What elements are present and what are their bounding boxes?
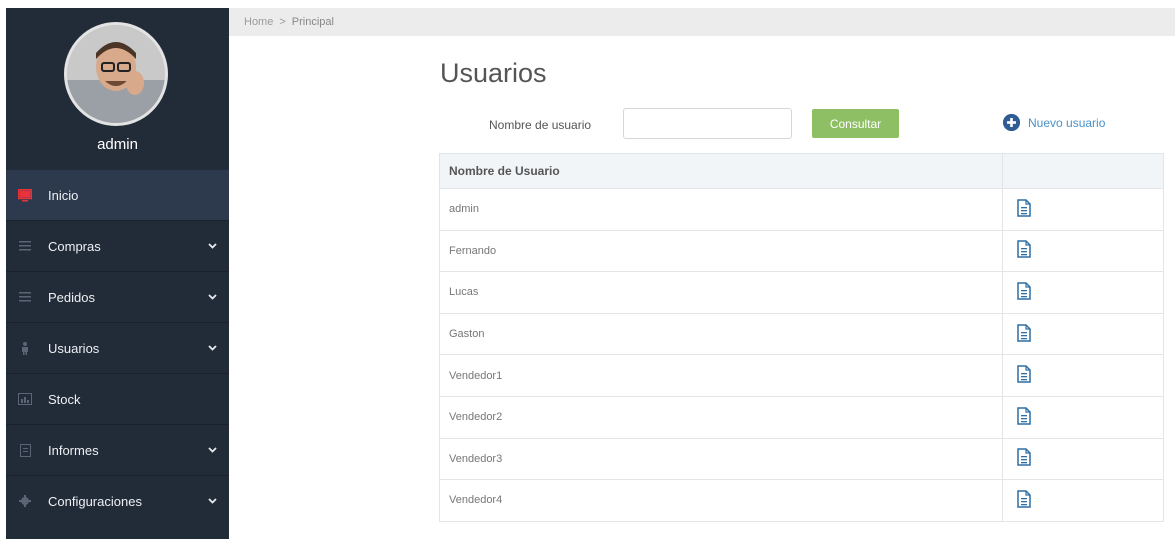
table-row: Lucas bbox=[439, 271, 1164, 314]
chart-icon bbox=[18, 392, 32, 406]
edit-document-icon[interactable] bbox=[1017, 490, 1031, 511]
breadcrumb-separator: > bbox=[279, 16, 286, 28]
table-row: Vendedor4 bbox=[439, 479, 1164, 522]
chevron-down-icon bbox=[208, 447, 217, 453]
username-cell: admin bbox=[439, 188, 1003, 231]
edit-document-icon[interactable] bbox=[1017, 407, 1031, 428]
edit-document-icon[interactable] bbox=[1017, 323, 1031, 345]
list-icon bbox=[18, 239, 32, 253]
sidebar: admin Inicio Compras Pedidos Usuarios St… bbox=[6, 8, 229, 539]
username-cell: Fernando bbox=[439, 229, 1003, 273]
sidebar-username: admin bbox=[97, 136, 138, 153]
sidebar-item-configuraciones[interactable]: Configuraciones bbox=[6, 475, 229, 526]
chevron-down-icon bbox=[208, 243, 217, 249]
table-row: Vendedor1 bbox=[439, 354, 1164, 397]
sidebar-item-pedidos[interactable]: Pedidos bbox=[6, 271, 229, 322]
breadcrumb: Home > Principal bbox=[244, 16, 334, 28]
chevron-down-icon bbox=[208, 294, 217, 300]
avatar[interactable] bbox=[64, 22, 168, 126]
list-icon bbox=[18, 290, 32, 304]
edit-document-icon[interactable] bbox=[1017, 448, 1031, 469]
username-cell: Vendedor3 bbox=[439, 437, 1003, 481]
top-bar: Home > Principal bbox=[229, 8, 1175, 36]
sidebar-item-stock[interactable]: Stock bbox=[6, 373, 229, 424]
table-row: Fernando bbox=[439, 229, 1164, 273]
action-cell bbox=[1002, 437, 1164, 481]
edit-document-icon[interactable] bbox=[1017, 365, 1031, 386]
action-cell bbox=[1002, 479, 1164, 522]
edit-document-icon[interactable] bbox=[1017, 282, 1031, 303]
sidebar-item-label: Inicio bbox=[48, 187, 79, 203]
sidebar-item-label: Compras bbox=[48, 238, 101, 254]
action-cell bbox=[1002, 229, 1164, 273]
monitor-icon bbox=[18, 188, 32, 202]
sidebar-item-label: Pedidos bbox=[48, 289, 95, 305]
action-cell bbox=[1002, 188, 1164, 231]
edit-document-icon[interactable] bbox=[1017, 199, 1031, 220]
sidebar-item-informes[interactable]: Informes bbox=[6, 424, 229, 475]
column-header-username: Nombre de Usuario bbox=[439, 153, 1003, 189]
consultar-button[interactable]: Consultar bbox=[812, 109, 899, 138]
action-cell bbox=[1002, 395, 1164, 439]
sidebar-item-label: Stock bbox=[48, 391, 81, 407]
table-body: admin Fernando Lucas Gaston Vendedor1 Vendedo… bbox=[439, 188, 1164, 522]
page-title: Usuarios bbox=[440, 58, 547, 88]
table-row: Vendedor2 bbox=[439, 395, 1164, 439]
plus-circle-icon bbox=[1003, 114, 1020, 131]
sidebar-item-label: Configuraciones bbox=[48, 493, 142, 509]
action-cell bbox=[1002, 312, 1164, 356]
sidebar-item-usuarios[interactable]: Usuarios bbox=[6, 322, 229, 373]
breadcrumb-home[interactable]: Home bbox=[244, 16, 273, 28]
table-row: admin bbox=[439, 188, 1164, 231]
new-user-label: Nuevo usuario bbox=[1028, 115, 1106, 130]
table-header-row: Nombre de Usuario bbox=[439, 153, 1164, 189]
user-icon bbox=[18, 341, 32, 355]
action-cell bbox=[1002, 354, 1164, 397]
breadcrumb-current: Principal bbox=[291, 16, 334, 28]
chevron-down-icon bbox=[208, 498, 217, 504]
new-user-link[interactable]: Nuevo usuario bbox=[1003, 114, 1105, 131]
username-cell: Vendedor4 bbox=[439, 479, 1003, 522]
table-row: Gaston bbox=[439, 312, 1164, 356]
sidebar-item-label: Informes bbox=[48, 442, 99, 458]
username-cell: Lucas bbox=[439, 271, 1003, 314]
search-label: Nombre de usuario bbox=[489, 118, 592, 132]
chevron-down-icon bbox=[208, 345, 217, 351]
avatar-photo bbox=[67, 25, 165, 123]
username-cell: Gaston bbox=[439, 312, 1003, 356]
user-profile: admin bbox=[6, 8, 229, 170]
table-row: Vendedor3 bbox=[439, 437, 1164, 481]
document-icon bbox=[18, 443, 32, 457]
sidebar-item-compras[interactable]: Compras bbox=[6, 220, 229, 271]
edit-document-icon[interactable] bbox=[1017, 240, 1031, 261]
username-cell: Vendedor1 bbox=[439, 354, 1003, 397]
action-cell bbox=[1002, 271, 1164, 314]
sidebar-item-inicio[interactable]: Inicio bbox=[6, 170, 229, 220]
column-header-actions bbox=[1002, 153, 1164, 189]
sidebar-item-label: Usuarios bbox=[48, 340, 100, 356]
username-search-input[interactable] bbox=[623, 108, 792, 139]
gear-icon bbox=[18, 494, 32, 508]
username-cell: Vendedor2 bbox=[439, 395, 1003, 439]
users-table: Nombre de Usuario admin Fernando Lucas Gast… bbox=[439, 153, 1164, 522]
